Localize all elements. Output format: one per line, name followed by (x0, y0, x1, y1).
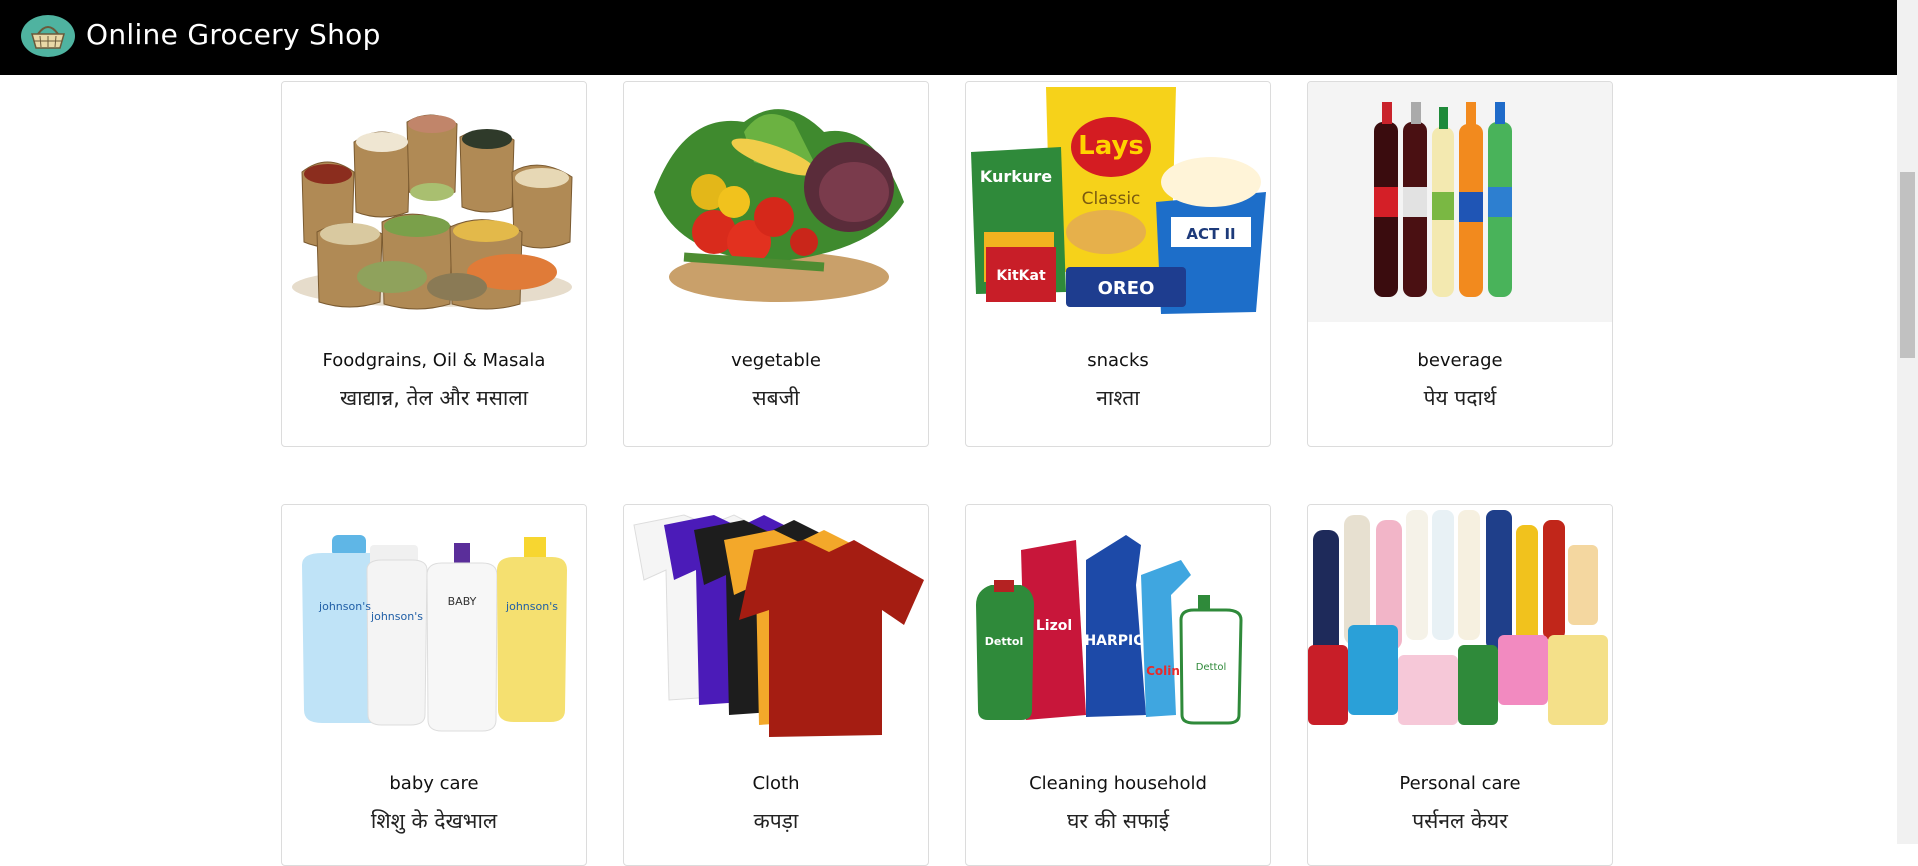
svg-text:Classic: Classic (1082, 189, 1141, 209)
category-subtitle: नाश्ता (1096, 386, 1140, 410)
svg-text:johnson's: johnson's (370, 610, 423, 623)
category-title: vegetable (731, 350, 821, 371)
scrollbar-thumb[interactable] (1900, 172, 1915, 358)
category-subtitle: घर की सफाई (1066, 809, 1170, 833)
category-subtitle: खाद्यान्न, तेल और मसाला (339, 386, 529, 410)
category-card[interactable]: johnson's johnson's BABY johnson's baby … (281, 504, 587, 866)
svg-text:Dettol: Dettol (985, 635, 1023, 648)
category-card[interactable]: Personal care पर्सनल केयर (1307, 504, 1613, 866)
cleaning-products-image[interactable]: Lizol Dettol HARPIC Colin Dettol (966, 505, 1270, 745)
svg-text:johnson's: johnson's (505, 600, 558, 613)
category-title: beverage (1417, 350, 1503, 371)
vegetables-image[interactable] (624, 82, 928, 322)
svg-text:ACT II: ACT II (1186, 225, 1235, 243)
svg-text:KitKat: KitKat (996, 268, 1046, 284)
svg-text:Colin: Colin (1146, 664, 1180, 678)
svg-text:Lizol: Lizol (1036, 618, 1072, 634)
baby-products-image[interactable]: johnson's johnson's BABY johnson's (282, 505, 586, 745)
category-card[interactable]: Lizol Dettol HARPIC Colin Dettol Cleanin… (965, 504, 1271, 866)
category-title: Cloth (752, 773, 800, 794)
svg-text:OREO: OREO (1098, 278, 1155, 299)
category-subtitle: कपड़ा (753, 809, 799, 833)
soft-drinks-image[interactable] (1308, 82, 1612, 322)
category-title: Personal care (1399, 773, 1521, 794)
category-subtitle: पेय पदार्थ (1423, 386, 1497, 410)
category-title: baby care (389, 773, 479, 794)
category-card[interactable]: Lays Classic Kurkure ACT II KitKat OREO … (965, 81, 1271, 447)
svg-text:BABY: BABY (448, 595, 477, 608)
personal-care-products-image[interactable] (1308, 505, 1612, 745)
category-title: snacks (1087, 350, 1149, 371)
svg-text:HARPIC: HARPIC (1084, 633, 1143, 649)
brand-title[interactable]: Online Grocery Shop (86, 15, 381, 55)
category-title: Cleaning household (1029, 773, 1207, 794)
category-title: Foodgrains, Oil & Masala (322, 350, 546, 371)
tshirts-image[interactable] (624, 505, 928, 745)
basket-icon[interactable] (20, 14, 76, 58)
category-card[interactable]: vegetable सबजी (623, 81, 929, 447)
svg-text:Lays: Lays (1078, 131, 1144, 161)
category-card[interactable]: Cloth कपड़ा (623, 504, 929, 866)
snacks-image[interactable]: Lays Classic Kurkure ACT II KitKat OREO (966, 82, 1270, 322)
svg-text:Kurkure: Kurkure (980, 167, 1052, 186)
category-subtitle: पर्सनल केयर (1412, 809, 1508, 833)
svg-text:johnson's: johnson's (318, 600, 371, 613)
vertical-scrollbar[interactable] (1897, 0, 1918, 844)
category-card[interactable]: Foodgrains, Oil & Masala खाद्यान्न, तेल … (281, 81, 587, 447)
category-card[interactable]: beverage पेय पदार्थ (1307, 81, 1613, 447)
category-subtitle: शिशु के देखभाल (370, 809, 498, 833)
grains-sacks-image[interactable] (282, 82, 586, 322)
category-subtitle: सबजी (752, 386, 800, 410)
top-navbar: Online Grocery Shop (0, 0, 1897, 75)
svg-text:Dettol: Dettol (1196, 662, 1227, 673)
